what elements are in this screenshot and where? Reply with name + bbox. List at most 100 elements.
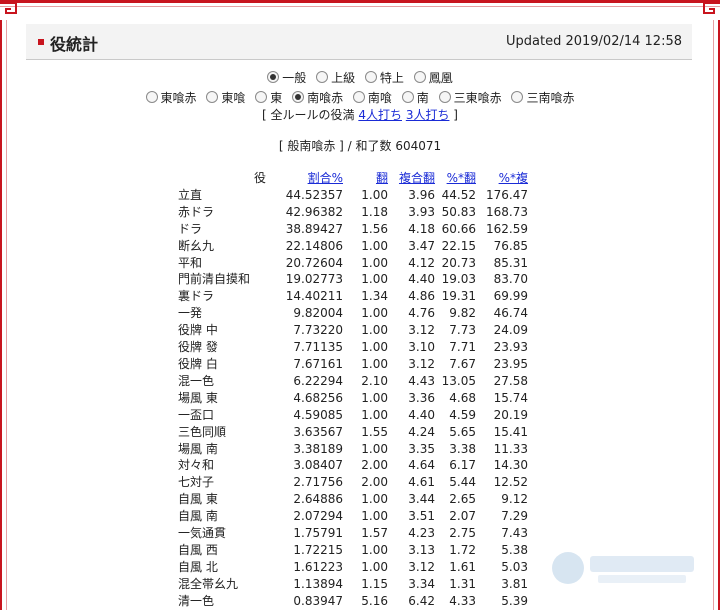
header-fuku-han-sort[interactable]: 複合翻 xyxy=(388,170,435,187)
rank-radio-group: 一般 上級 特上 鳳凰 xyxy=(0,69,720,86)
cell-han: 1.00 xyxy=(361,306,388,321)
cell-yaku: 自風 北 xyxy=(178,559,218,574)
cell-yaku: 三色同順 xyxy=(178,424,227,439)
cell-han: 1.15 xyxy=(361,576,388,591)
radio-rule-0[interactable]: 東喰赤 xyxy=(145,89,197,106)
summary-line: [ 般南喰赤 ] / 和了数 604071 xyxy=(278,139,442,153)
cell-yaku: 役牌 中 xyxy=(178,323,218,338)
table-row: 一気通貫 1.75791 1.57 4.23 2.75 7.43 xyxy=(178,525,528,542)
radio-icon[interactable] xyxy=(352,91,365,103)
radio-rank-ippan[interactable]: 一般 xyxy=(267,69,306,86)
cell-han: 1.00 xyxy=(361,407,388,422)
radio-icon[interactable] xyxy=(206,91,219,103)
cell-rate: 1.61223 xyxy=(293,559,343,574)
cell-yaku: 七対子 xyxy=(178,475,215,490)
cell-han: 1.00 xyxy=(361,492,388,507)
cell-rate: 14.40211 xyxy=(285,289,343,304)
cell-pct-han: 19.03 xyxy=(441,272,476,287)
table-row: 自風 西 1.72215 1.00 3.13 1.72 5.38 xyxy=(178,542,528,559)
cell-fuku-han: 3.35 xyxy=(408,441,435,456)
cell-han: 1.34 xyxy=(361,289,388,304)
cell-pct-fuku: 176.47 xyxy=(486,187,528,202)
cell-pct-fuku: 27.58 xyxy=(493,373,528,388)
radio-selected-icon[interactable] xyxy=(267,71,280,83)
table-row: 役牌 中 7.73220 1.00 3.12 7.73 24.09 xyxy=(178,322,528,339)
cell-yaku: 自風 南 xyxy=(178,509,218,524)
header-pct-fuku-sort[interactable]: %*複 xyxy=(476,170,528,187)
cell-han: 1.55 xyxy=(361,424,388,439)
table-row: 役牌 發 7.71135 1.00 3.10 7.71 23.93 xyxy=(178,339,528,356)
header-pct-han-sort[interactable]: %*翻 xyxy=(435,170,476,187)
table-row: 混一色 6.22294 2.10 4.43 13.05 27.58 xyxy=(178,373,528,390)
cell-pct-fuku: 69.99 xyxy=(493,289,528,304)
cell-rate: 4.68256 xyxy=(293,390,343,405)
cell-fuku-han: 3.51 xyxy=(408,509,435,524)
radio-rank-tokujou[interactable]: 特上 xyxy=(364,69,404,86)
cell-pct-fuku: 76.85 xyxy=(493,238,528,253)
link-4-player[interactable]: 4人打ち xyxy=(358,108,402,122)
link-3-player[interactable]: 3人打ち xyxy=(406,108,450,122)
table-row: 断幺九 22.14806 1.00 3.47 22.15 76.85 xyxy=(178,238,528,255)
cell-rate: 4.59085 xyxy=(293,407,343,422)
table-row: 対々和 3.08407 2.00 4.64 6.17 14.30 xyxy=(178,457,528,474)
radio-icon[interactable] xyxy=(316,71,329,83)
yaku-stats-table: 役 割合% 翻 複合翻 %*翻 %*複 立直 44.52357 1.00 3.96 44… xyxy=(178,170,528,610)
cell-pct-fuku: 23.95 xyxy=(493,356,528,371)
cell-pct-han: 9.82 xyxy=(449,306,476,321)
cell-yaku: 平和 xyxy=(178,255,203,270)
cell-pct-han: 4.33 xyxy=(449,593,476,608)
cell-rate: 7.73220 xyxy=(293,323,343,338)
radio-icon[interactable] xyxy=(511,91,524,103)
cell-yaku: 一気通貫 xyxy=(178,526,227,541)
radio-icon[interactable] xyxy=(255,91,268,103)
cell-fuku-han: 4.24 xyxy=(408,424,435,439)
cell-pct-fuku: 3.81 xyxy=(501,576,528,591)
cell-yaku: 混全帯幺九 xyxy=(178,576,239,591)
table-body: 立直 44.52357 1.00 3.96 44.52 176.47 赤ドラ 42.96382… xyxy=(178,187,528,610)
rule-radio-group: 東喰赤 東喰 東 南喰赤 南喰 南 三東喰赤 三南喰赤 xyxy=(0,89,720,106)
radio-selected-icon[interactable] xyxy=(292,91,305,103)
radio-rule-4[interactable]: 南喰 xyxy=(352,89,392,106)
cell-fuku-han: 3.44 xyxy=(408,492,435,507)
cell-pct-fuku: 7.43 xyxy=(501,526,528,541)
cell-rate: 1.72215 xyxy=(293,542,343,557)
radio-rule-2[interactable]: 東 xyxy=(255,89,282,106)
cell-rate: 19.02773 xyxy=(285,272,343,287)
cell-han: 1.00 xyxy=(361,238,388,253)
cell-fuku-han: 4.76 xyxy=(408,306,435,321)
radio-rule-6[interactable]: 三東喰赤 xyxy=(438,89,502,106)
radio-rank-houou[interactable]: 鳳凰 xyxy=(413,69,453,86)
radio-icon[interactable] xyxy=(145,91,158,103)
cell-fuku-han: 4.61 xyxy=(408,475,435,490)
header-yaku: 役 xyxy=(253,171,266,185)
cell-pct-han: 3.38 xyxy=(449,441,476,456)
radio-rule-3[interactable]: 南喰赤 xyxy=(292,89,343,106)
title-bullet-icon xyxy=(38,39,44,45)
cell-pct-han: 1.31 xyxy=(449,576,476,591)
cell-pct-fuku: 7.29 xyxy=(501,509,528,524)
cell-fuku-han: 3.12 xyxy=(408,323,435,338)
cell-yaku: 場風 南 xyxy=(178,441,218,456)
watermark-logo-icon xyxy=(552,552,694,584)
cell-pct-fuku: 5.39 xyxy=(501,593,528,608)
header-han-sort[interactable]: 翻 xyxy=(343,170,388,187)
cell-han: 1.00 xyxy=(361,356,388,371)
cell-yaku: 門前清自摸和 xyxy=(178,272,251,287)
radio-rule-7[interactable]: 三南喰赤 xyxy=(511,89,574,106)
cell-pct-han: 5.44 xyxy=(449,475,476,490)
radio-rank-joukyu[interactable]: 上級 xyxy=(316,69,355,86)
radio-icon[interactable] xyxy=(413,71,426,83)
header-rate-sort[interactable]: 割合% xyxy=(266,170,343,187)
cell-rate: 0.83947 xyxy=(293,593,343,608)
radio-rule-5[interactable]: 南 xyxy=(401,89,429,106)
radio-icon[interactable] xyxy=(438,91,451,103)
cell-han: 1.00 xyxy=(361,542,388,557)
cell-pct-han: 6.17 xyxy=(449,458,476,473)
radio-icon[interactable] xyxy=(401,91,414,103)
table-row: ドラ 38.89427 1.56 4.18 60.66 162.59 xyxy=(178,221,528,238)
table-row: 立直 44.52357 1.00 3.96 44.52 176.47 xyxy=(178,187,528,204)
radio-rule-1[interactable]: 東喰 xyxy=(206,89,245,106)
cell-pct-fuku: 46.74 xyxy=(493,306,528,321)
cell-fuku-han: 6.42 xyxy=(408,593,435,608)
radio-icon[interactable] xyxy=(364,71,377,83)
